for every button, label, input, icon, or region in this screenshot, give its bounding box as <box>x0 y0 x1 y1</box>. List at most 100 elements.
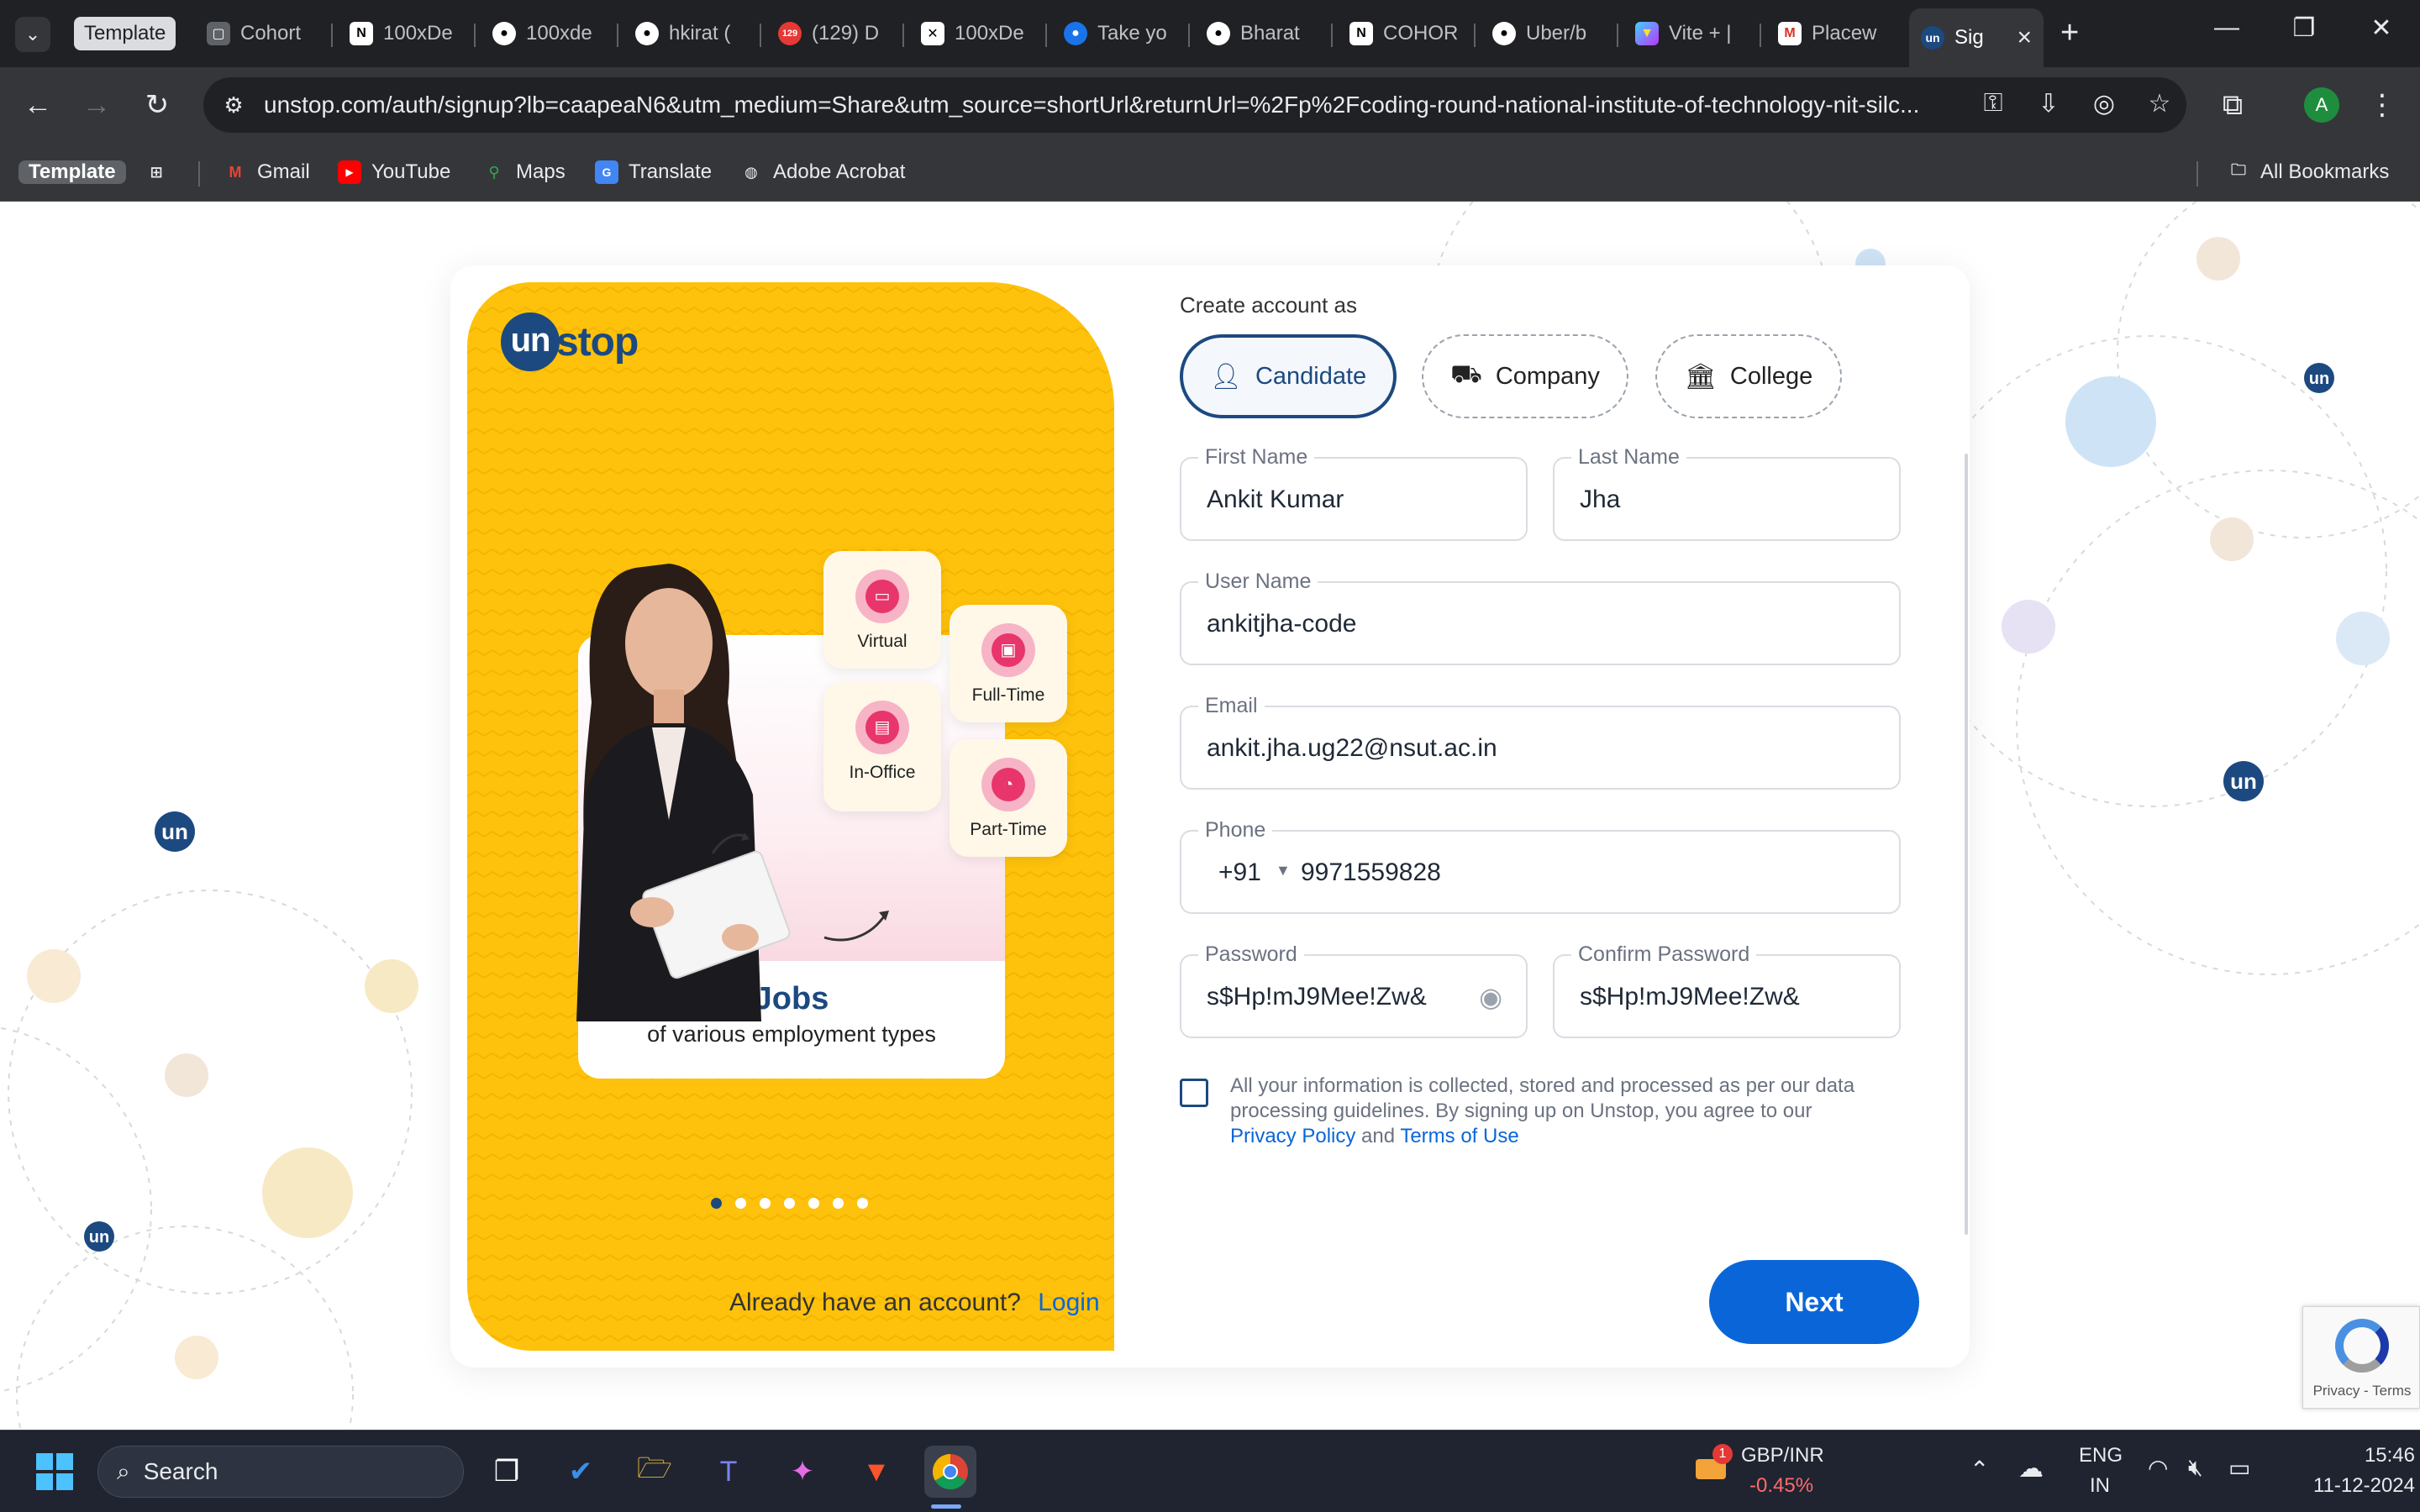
minimize-icon[interactable]: — <box>2210 13 2244 42</box>
tab-cohort-notion[interactable]: N COHOR <box>1338 10 1470 57</box>
url-text[interactable]: unstop.com/auth/signup?lb=caapeaN6&utm_m… <box>264 92 1978 118</box>
eye-off-icon[interactable]: ◉ <box>1479 981 1502 1013</box>
password-field[interactable]: Password s$Hp!mJ9Mee!Zw& ◉ <box>1180 942 1528 1038</box>
carousel-dot[interactable] <box>857 1198 868 1209</box>
wifi-icon[interactable]: ◠ <box>2148 1454 2168 1482</box>
show-hidden-icons-chevron-icon[interactable]: ⌃ <box>1970 1456 1989 1483</box>
caret-down-icon[interactable]: ▼ <box>1276 862 1291 879</box>
carousel-dot[interactable] <box>760 1198 771 1209</box>
role-college-button[interactable]: 🏛︎ College <box>1655 334 1842 418</box>
confirm-password-input[interactable]: s$Hp!mJ9Mee!Zw& <box>1580 983 1800 1011</box>
username-field[interactable]: User Name ankitjha-code <box>1180 570 1901 665</box>
phone-field[interactable]: Phone +91 ▼ 9971559828 <box>1180 818 1901 914</box>
carousel-dot[interactable] <box>808 1198 819 1209</box>
recaptcha-badge[interactable]: Privacy - Terms <box>2302 1306 2420 1409</box>
email-field[interactable]: Email ankit.jha.ug22@nsut.ac.in <box>1180 694 1901 790</box>
last-name-field[interactable]: Last Name Jha <box>1553 445 1901 541</box>
language-primary[interactable]: ENG <box>2079 1444 2123 1467</box>
tab-bharat-github[interactable]: ● Bharat <box>1195 10 1328 57</box>
confirm-password-field[interactable]: Confirm Password s$Hp!mJ9Mee!Zw& <box>1553 942 1901 1038</box>
create-account-label: Create account as <box>1180 292 1358 318</box>
terms-of-use-link[interactable]: Terms of Use <box>1400 1125 1518 1147</box>
tab-uber-github[interactable]: ● Uber/b <box>1481 10 1613 57</box>
curved-arrow-decoration <box>823 911 889 942</box>
tab-youtube[interactable]: 129 (129) D <box>766 10 899 57</box>
install-app-icon[interactable]: ⇩ <box>2032 89 2065 118</box>
reload-icon[interactable]: ↻ <box>138 86 176 124</box>
brave-browser-icon[interactable]: ▼ <box>850 1446 902 1498</box>
taskbar-search[interactable]: ⌕ Search <box>97 1446 464 1498</box>
all-bookmarks[interactable]: 🗀 All Bookmarks <box>2227 155 2389 190</box>
profile-avatar[interactable]: A <box>2304 87 2339 123</box>
kebab-menu-icon[interactable]: ⋮ <box>2363 86 2402 124</box>
form-scrollbar[interactable] <box>1965 454 1968 1235</box>
bookmark-gmail[interactable]: M Gmail <box>224 155 310 190</box>
site-settings-icon[interactable]: ⚙ <box>217 88 250 122</box>
chrome-icon[interactable] <box>924 1446 976 1498</box>
file-explorer-icon[interactable]: 🗁 <box>629 1446 681 1498</box>
eye-off-icon[interactable]: ◎ <box>2087 89 2121 118</box>
privacy-policy-link[interactable]: Privacy Policy <box>1230 1125 1355 1147</box>
extensions-puzzle-icon[interactable]: ⧉ <box>2213 86 2252 124</box>
consent-checkbox[interactable] <box>1180 1079 1208 1107</box>
new-tab-plus-icon[interactable]: + <box>2060 15 2079 51</box>
carousel-dot[interactable] <box>711 1198 722 1209</box>
close-window-icon[interactable]: ✕ <box>2365 13 2398 43</box>
close-tab-icon[interactable]: × <box>2017 24 2032 52</box>
country-code-select[interactable]: +91 <box>1218 858 1261 887</box>
tab-unstop-signup[interactable]: un Sig × <box>1909 8 2044 67</box>
login-link[interactable]: Login <box>1038 1289 1099 1316</box>
bookmark-adobe-acrobat[interactable]: ◍ Adobe Acrobat <box>739 155 905 190</box>
back-arrow-icon[interactable]: ← <box>18 86 57 124</box>
todo-check-icon[interactable]: ✔ <box>555 1446 607 1498</box>
task-view-icon[interactable]: ❐ <box>481 1446 533 1498</box>
forward-arrow-icon[interactable]: → <box>77 86 116 124</box>
address-bar[interactable]: ⚙ unstop.com/auth/signup?lb=caapeaN6&utm… <box>203 77 2186 133</box>
bookmark-template[interactable]: Template <box>18 155 126 190</box>
tab-cohort[interactable]: ▢ Cohort <box>195 10 328 57</box>
carousel-dot[interactable] <box>735 1198 746 1209</box>
phone-input[interactable]: 9971559828 <box>1301 858 1441 887</box>
bookmark-star-icon[interactable]: ☆ <box>2143 89 2176 118</box>
role-company-button[interactable]: ⛟ Company <box>1422 334 1628 418</box>
role-candidate-button[interactable]: 👤︎ Candidate <box>1180 334 1397 418</box>
first-name-input[interactable]: Ankit Kumar <box>1207 486 1344 514</box>
ticker-name[interactable]: GBP/INR <box>1741 1444 1824 1467</box>
bookmark-translate[interactable]: G Translate <box>595 155 712 190</box>
tab-100xdevs-github[interactable]: ● 100xde <box>481 10 613 57</box>
windows-start-icon[interactable] <box>29 1446 81 1498</box>
restore-icon[interactable]: ❐ <box>2287 13 2321 43</box>
language-secondary[interactable]: IN <box>2079 1474 2121 1498</box>
clock-time[interactable]: 15:46 <box>2316 1444 2415 1467</box>
next-button[interactable]: Next <box>1709 1260 1919 1344</box>
battery-icon[interactable]: ▭ <box>2228 1454 2250 1482</box>
copilot-icon[interactable]: ✦ <box>776 1446 829 1498</box>
carousel-dot[interactable] <box>833 1198 844 1209</box>
teams-icon[interactable]: T <box>702 1446 755 1498</box>
clock-date[interactable]: 11-12-2024 <box>2291 1474 2415 1498</box>
password-key-icon[interactable]: ⚿ <box>1976 89 2010 118</box>
unstop-logo[interactable]: un stop <box>501 312 639 371</box>
first-name-field[interactable]: First Name Ankit Kumar <box>1180 445 1528 541</box>
apps-grid-icon[interactable]: ⊞ <box>145 155 168 190</box>
onedrive-cloud-icon[interactable]: ☁ <box>2018 1454 2044 1483</box>
market-ticker-icon[interactable]: 1 <box>1696 1444 1733 1481</box>
tab-group-chip[interactable]: Template <box>74 17 176 50</box>
bookmark-label: Template <box>18 160 126 184</box>
tab-placewit-gmail[interactable]: M Placew <box>1766 10 1899 57</box>
bookmark-youtube[interactable]: ▶ YouTube <box>338 155 450 190</box>
carousel-dot[interactable] <box>784 1198 795 1209</box>
volume-muted-icon[interactable]: 🔇︎ <box>2188 1454 2203 1482</box>
last-name-input[interactable]: Jha <box>1580 486 1620 514</box>
email-input[interactable]: ankit.jha.ug22@nsut.ac.in <box>1207 734 1497 763</box>
tab-hkirat-github[interactable]: ● hkirat ( <box>623 10 756 57</box>
tab-take-your[interactable]: ● Take yo <box>1052 10 1185 57</box>
username-input[interactable]: ankitjha-code <box>1207 610 1356 638</box>
tab-100xdevs-notion[interactable]: N 100xDe <box>338 10 471 57</box>
tab-100xdevs-x[interactable]: ✕ 100xDe <box>909 10 1042 57</box>
tab-search-icon[interactable]: ⌄ <box>15 17 50 52</box>
bookmark-maps[interactable]: ⚲ Maps <box>482 155 565 190</box>
password-input[interactable]: s$Hp!mJ9Mee!Zw& <box>1207 983 1427 1011</box>
tab-vite[interactable]: ▼ Vite + | <box>1623 10 1756 57</box>
recaptcha-links[interactable]: Privacy - Terms <box>2303 1383 2420 1399</box>
